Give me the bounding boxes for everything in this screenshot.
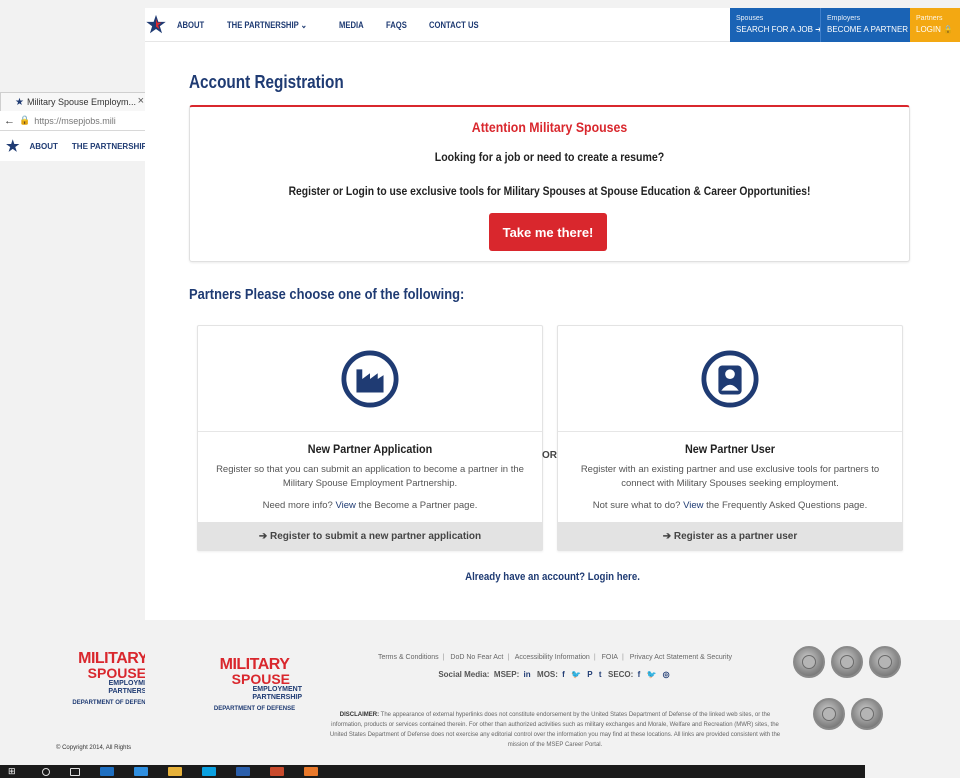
card-more-info: Need more info? View the Become a Partne… <box>262 500 478 511</box>
footer-link[interactable]: DoD No Fear Act <box>450 654 503 661</box>
windows-start-icon[interactable]: ⊞ <box>8 767 22 776</box>
file-explorer-icon[interactable] <box>168 767 182 776</box>
background-nav-item[interactable]: THE PARTNERSHIP <box>72 142 147 151</box>
air-force-seal-icon <box>813 698 845 730</box>
card-icon-area <box>558 326 902 432</box>
take-me-there-button[interactable]: Take me there! <box>489 213 607 251</box>
lock-icon: 🔒 <box>19 115 31 125</box>
spouses-search-job-button[interactable]: Spouses SEARCH FOR A JOB ➔ <box>730 8 822 42</box>
msep-logo: MILITARY SPOUSE EMPLOYMENT PARTNERSHIP D… <box>213 656 302 713</box>
new-partner-user-card: New Partner User Register with an existi… <box>557 325 903 551</box>
card-title: New Partner Application <box>307 442 433 456</box>
employers-become-partner-button[interactable]: Employers BECOME A PARTNER ➔ <box>820 8 917 42</box>
factory-icon <box>341 349 399 408</box>
background-tab-title: Military Spouse Employm... <box>26 97 137 107</box>
close-tab-icon[interactable]: × <box>138 95 144 107</box>
skype-icon[interactable] <box>202 767 216 776</box>
register-partner-application-button[interactable]: ➔ Register to submit a new partner appli… <box>198 522 542 550</box>
footer-link[interactable]: Privacy Act Statement & Security <box>630 654 732 661</box>
os-taskbar: ⊞ <box>0 765 865 778</box>
view-become-partner-link[interactable]: View <box>335 500 355 511</box>
outlook-icon[interactable] <box>100 767 114 776</box>
footer-social-media: Social Media: MSEP: in MOS: f 🐦 P t SECO… <box>438 670 670 679</box>
word-icon[interactable] <box>236 767 250 776</box>
attention-line-2: Register or Login to use exclusive tools… <box>288 184 811 198</box>
facebook-icon[interactable]: f <box>562 670 565 679</box>
register-partner-user-button[interactable]: ➔ Register as a partner user <box>558 522 902 550</box>
nav-partnership[interactable]: THE PARTNERSHIP ⌄ <box>227 20 307 31</box>
main-browser-window: ABOUT THE PARTNERSHIP ⌄ MEDIA FAQS CONTA… <box>145 8 960 620</box>
back-arrow-icon[interactable]: ← <box>4 115 15 127</box>
linkedin-icon[interactable]: in <box>523 670 530 679</box>
nav-faqs[interactable]: FAQS <box>386 20 407 30</box>
view-faq-link[interactable]: View <box>683 500 703 511</box>
site-footer: MILITARY SPOUSE EMPLOYMENT PARTNERSHIP D… <box>145 620 960 770</box>
attention-title: Attention Military Spouses <box>471 119 628 135</box>
partners-login-button[interactable]: Partners LOGIN 🔒 <box>910 8 960 42</box>
background-address-bar[interactable]: ← 🔒 https://msepjobs.mili <box>0 111 148 131</box>
background-browser-tab[interactable]: ★ Military Spouse Employm... × <box>0 92 148 111</box>
footer-link[interactable]: FOIA <box>602 654 618 661</box>
background-nav-item[interactable]: ABOUT <box>29 142 57 151</box>
star-logo-icon[interactable] <box>145 14 167 40</box>
background-nav-bar: ★ ABOUT THE PARTNERSHIP <box>0 131 148 161</box>
navy-seal-icon <box>851 698 883 730</box>
background-copyright: © Copyright 2014, All Rights <box>56 745 132 751</box>
twitter-icon[interactable]: 🐦 <box>571 670 581 679</box>
background-address-text: https://msepjobs.mili <box>34 115 116 126</box>
or-label: OR <box>542 450 557 461</box>
login-link[interactable]: Already have an account? Login here. <box>194 571 911 583</box>
user-icon <box>701 349 759 408</box>
card-more-info: Not sure what to do? View the Frequently… <box>592 500 868 511</box>
facebook-icon[interactable]: f <box>638 670 641 679</box>
card-description: Register with an existing partner and us… <box>580 464 880 489</box>
nav-about[interactable]: ABOUT <box>177 20 204 30</box>
pinterest-icon[interactable]: P <box>587 670 592 679</box>
search-icon[interactable] <box>42 767 50 776</box>
twitter-icon[interactable]: 🐦 <box>646 670 656 679</box>
tumblr-icon[interactable]: t <box>599 670 602 679</box>
edge-icon[interactable] <box>134 767 148 776</box>
marine-corps-seal-icon <box>869 646 901 678</box>
new-partner-application-card: New Partner Application Register so that… <box>197 325 543 551</box>
page-title: Account Registration <box>189 72 344 92</box>
attention-panel: Attention Military Spouses Looking for a… <box>189 105 910 262</box>
star-logo-icon: ★ <box>15 96 24 108</box>
card-title: New Partner User <box>684 442 776 456</box>
nav-contact-us[interactable]: CONTACT US <box>429 20 479 30</box>
footer-links: Terms & Conditions | DoD No Fear Act | Acc… <box>377 654 733 661</box>
partners-heading: Partners Please choose one of the follow… <box>189 286 465 303</box>
firefox-icon[interactable] <box>304 767 318 776</box>
nav-links: ABOUT THE PARTNERSHIP ⌄ MEDIA FAQS CONTA… <box>177 8 505 42</box>
card-icon-area <box>198 326 542 432</box>
dod-seal-icon <box>793 646 825 678</box>
top-nav-bar: ABOUT THE PARTNERSHIP ⌄ MEDIA FAQS CONTA… <box>145 8 960 42</box>
footer-disclaimer: DISCLAIMER: The appearance of external h… <box>329 712 781 748</box>
instagram-icon[interactable]: ◎ <box>663 670 670 679</box>
footer-link[interactable]: Terms & Conditions <box>378 654 439 661</box>
star-logo-icon: ★ <box>6 138 20 155</box>
footer-link[interactable]: Accessibility Information <box>515 654 590 661</box>
powerpoint-icon[interactable] <box>270 767 284 776</box>
nav-media[interactable]: MEDIA <box>339 20 364 30</box>
card-description: Register so that you can submit an appli… <box>216 464 524 489</box>
attention-line-1: Looking for a job or need to create a re… <box>434 150 665 164</box>
task-view-icon[interactable] <box>70 767 80 776</box>
army-seal-icon <box>831 646 863 678</box>
